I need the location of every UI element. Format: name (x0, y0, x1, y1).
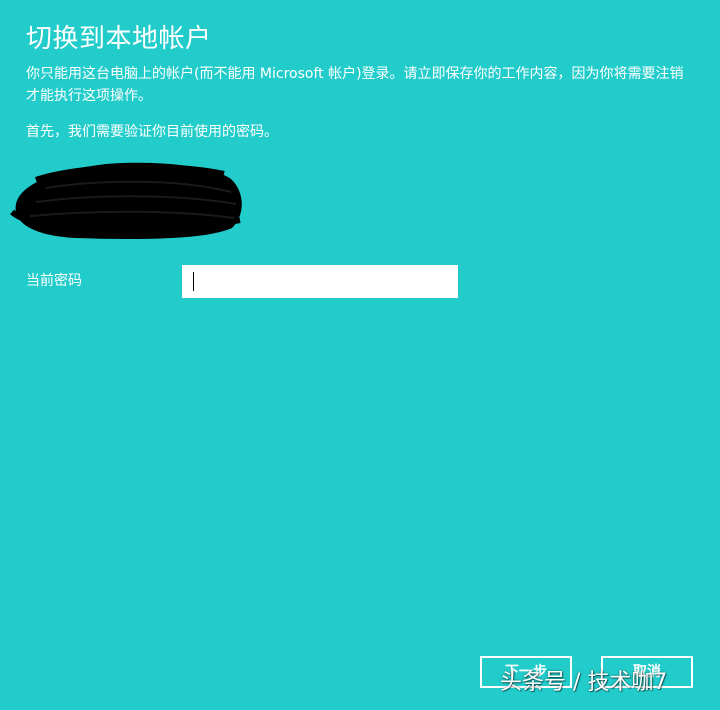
description-text: 你只能用这台电脑上的帐户(而不能用 Microsoft 帐户)登录。请立即保存你… (26, 66, 684, 104)
redacted-account-scribble (10, 162, 242, 239)
current-password-input[interactable] (182, 265, 458, 298)
page-title: 切换到本地帐户 (26, 24, 212, 54)
current-password-label: 当前密码 (26, 273, 82, 289)
cancel-button[interactable]: 取消 (601, 656, 693, 688)
verify-instruction-text: 首先，我们需要验证你目前使用的密码。 (26, 124, 278, 140)
next-button[interactable]: 下一步 (480, 656, 572, 688)
text-caret (193, 272, 194, 291)
